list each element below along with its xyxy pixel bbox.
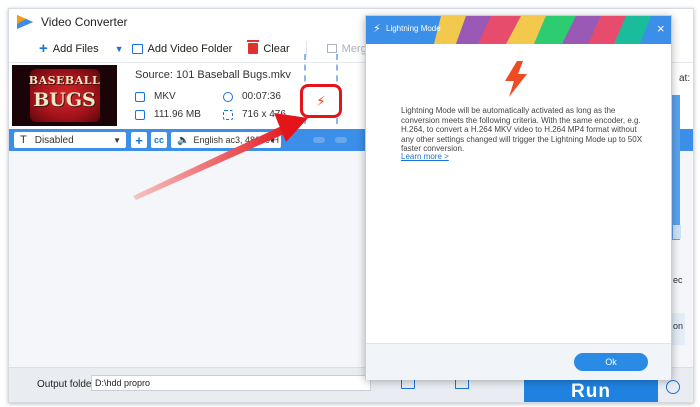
indicator-pill [335,137,347,143]
duration-value: 00:07:36 [242,91,281,102]
clear-label: Clear [263,42,290,55]
add-video-folder-label: Add Video Folder [147,42,233,55]
video-thumbnail[interactable]: BASEBALL BUGS [12,65,117,126]
subtitle-value: Disabled [34,134,74,146]
resolution-icon [223,109,233,120]
large-lightning-icon [505,61,527,97]
option-label-partial: on [673,321,684,331]
format-info: MKV [135,91,176,102]
thumbnail-text-line1: BASEBALL [28,74,101,87]
trash-icon [247,40,260,54]
dialog-footer: Ok [366,343,671,380]
subtitle-dropdown[interactable]: T Disabled ▼ [14,132,126,148]
dialog-title: Lightning Mode [386,24,441,33]
output-folder-input[interactable]: D:\hdd propro [91,375,371,391]
subtitle-cc-button[interactable]: cc [151,132,167,148]
lightning-icon: ⚡ [316,92,326,109]
folder-plus-icon [131,43,143,54]
duration-info: 00:07:36 [223,91,281,102]
add-subtitle-button[interactable]: + [131,132,147,148]
settings-panel-bar [671,95,680,240]
source-filename: Source: 101 Baseball Bugs.mkv [135,69,291,81]
resolution-info: 716 x 476 [223,109,286,120]
panel-item [673,225,681,239]
speaker-icon: 🔈 [177,134,190,146]
clear-button[interactable]: Clear [247,40,290,55]
run-button[interactable]: Run [524,376,658,402]
close-icon[interactable]: × [657,22,665,35]
learn-more-link[interactable]: Learn more > [401,152,449,161]
alarm-clock-icon[interactable] [666,380,680,394]
app-logo-icon [17,15,33,29]
clock-icon [223,91,233,102]
output-folder-label: Output folder: [37,379,98,390]
plus-icon: + [39,39,48,57]
audio-track-value: English ac3, 48000 H [193,135,280,145]
resolution-value: 716 x 476 [242,109,286,120]
format-icon [135,91,145,102]
chevron-down-icon: ▼ [113,136,121,145]
format-label-partial: at: [679,73,691,84]
indicator-pill [313,137,325,143]
dialog-lightning-icon: ⚡ [373,23,381,35]
chevron-down-icon: ▼ [268,136,276,145]
app-title: Video Converter [41,15,128,29]
add-files-label: Add Files [52,42,99,55]
audio-track-dropdown[interactable]: 🔈 English ac3, 48000 H ▼ [171,132,281,148]
thumbnail-text-line2: BUGS [33,89,96,111]
dialog-header: ⚡ Lightning Mode × [366,16,671,44]
ok-button[interactable]: Ok [574,353,648,371]
folder-icon [135,109,145,120]
text-icon: T [20,134,27,146]
add-files-button[interactable]: + Add Files [39,39,99,57]
add-video-folder-button[interactable]: Add Video Folder [131,42,233,55]
merge-icon [326,44,337,53]
add-files-dropdown-icon[interactable]: ▼ [115,44,124,54]
size-value: 111.96 MB [154,109,201,120]
lightning-mode-dialog: ⚡ Lightning Mode × Lightning Mode will b… [365,15,672,380]
size-info: 111.96 MB [135,109,201,120]
lightning-mode-highlight[interactable]: ⚡ [300,84,342,118]
format-value: MKV [154,91,176,102]
dialog-description: Lightning Mode will be automatically act… [401,106,643,153]
encoder-label-partial: ec [673,275,683,285]
